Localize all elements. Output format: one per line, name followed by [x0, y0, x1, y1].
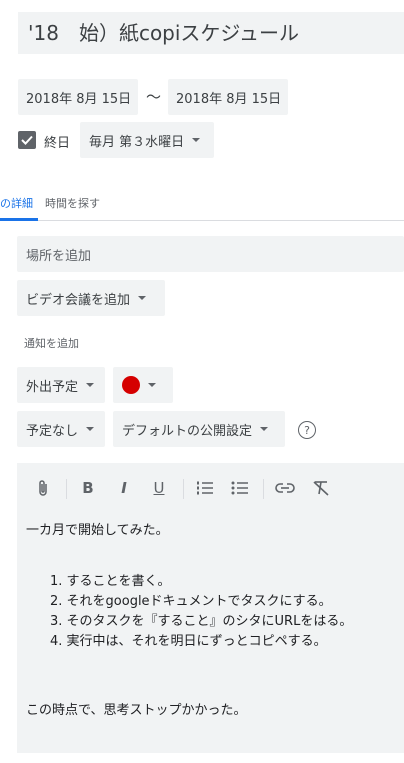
- underline-button[interactable]: U: [147, 476, 171, 500]
- reminder-dropdown[interactable]: 予定なし: [17, 411, 105, 447]
- location-input[interactable]: 場所を追加: [17, 236, 404, 272]
- toolbar-divider: [66, 479, 67, 499]
- bulleted-list-icon[interactable]: [228, 476, 252, 500]
- tab-divider: [0, 220, 404, 221]
- add-video-conference-button[interactable]: ビデオ会議を追加: [17, 280, 165, 316]
- visibility-dropdown[interactable]: デフォルトの公開設定: [113, 411, 285, 447]
- recurrence-label: 毎月 第３水曜日: [89, 134, 185, 150]
- chevron-down-icon: [192, 138, 201, 142]
- description-paragraph: この時点で、思考ストップかかった。: [26, 703, 247, 718]
- availability-dropdown[interactable]: 外出予定: [17, 367, 105, 403]
- list-item: 1. することを書く。: [50, 574, 171, 589]
- help-icon[interactable]: ?: [298, 421, 316, 439]
- visibility-label: デフォルトの公開設定: [122, 423, 253, 439]
- all-day-label: 終日: [44, 136, 71, 151]
- start-date-label: 2018年 8月 15日: [26, 91, 132, 107]
- checkmark-icon: [21, 135, 33, 145]
- active-tab-indicator: [0, 218, 38, 221]
- toolbar-divider: [183, 479, 184, 499]
- add-notification-link[interactable]: 通知を追加: [24, 335, 79, 351]
- chevron-down-icon: [148, 383, 156, 387]
- video-conference-label: ビデオ会議を追加: [26, 292, 131, 308]
- description-paragraph: 一カ月で開始してみた。: [26, 523, 169, 538]
- tab-find-a-time[interactable]: 時間を探す: [45, 195, 100, 211]
- clear-formatting-icon[interactable]: [309, 476, 333, 500]
- event-color-dropdown[interactable]: [113, 367, 173, 403]
- all-day-checkbox[interactable]: [18, 131, 36, 149]
- description-editor[interactable]: B I U 一カ月で開始してみた。 1. することを書く。 2. それをgoog…: [17, 463, 404, 753]
- availability-label: 外出予定: [26, 379, 79, 395]
- list-item: 4. 実行中は、それを明日にずっとコピペする。: [50, 634, 327, 649]
- recurrence-dropdown[interactable]: 毎月 第３水曜日: [80, 122, 214, 158]
- reminder-label: 予定なし: [26, 423, 79, 439]
- chevron-down-icon: [86, 427, 95, 431]
- chevron-down-icon: [138, 296, 147, 300]
- color-swatch: [122, 376, 140, 394]
- event-title-input[interactable]: '18 始）紙copiスケジュール: [18, 12, 404, 54]
- list-item: 2. それをgoogleドキュメントでタスクにする。: [50, 594, 332, 609]
- end-date-label: 2018年 8月 15日: [176, 91, 282, 107]
- tab-event-details[interactable]: の詳細: [0, 195, 33, 211]
- attachment-icon[interactable]: [31, 476, 55, 500]
- link-icon[interactable]: [273, 476, 297, 500]
- bold-button[interactable]: B: [76, 476, 100, 500]
- toolbar-divider: [263, 479, 264, 499]
- numbered-list-icon[interactable]: [193, 476, 217, 500]
- list-item: 3. そのタスクを『すること』のシタにURLをはる。: [50, 614, 353, 629]
- end-date-button[interactable]: 2018年 8月 15日: [168, 79, 288, 115]
- location-placeholder: 場所を追加: [26, 248, 92, 264]
- date-separator: 〜: [146, 88, 162, 106]
- chevron-down-icon: [260, 427, 269, 431]
- italic-button[interactable]: I: [112, 476, 136, 500]
- chevron-down-icon: [86, 383, 95, 387]
- start-date-button[interactable]: 2018年 8月 15日: [18, 79, 138, 115]
